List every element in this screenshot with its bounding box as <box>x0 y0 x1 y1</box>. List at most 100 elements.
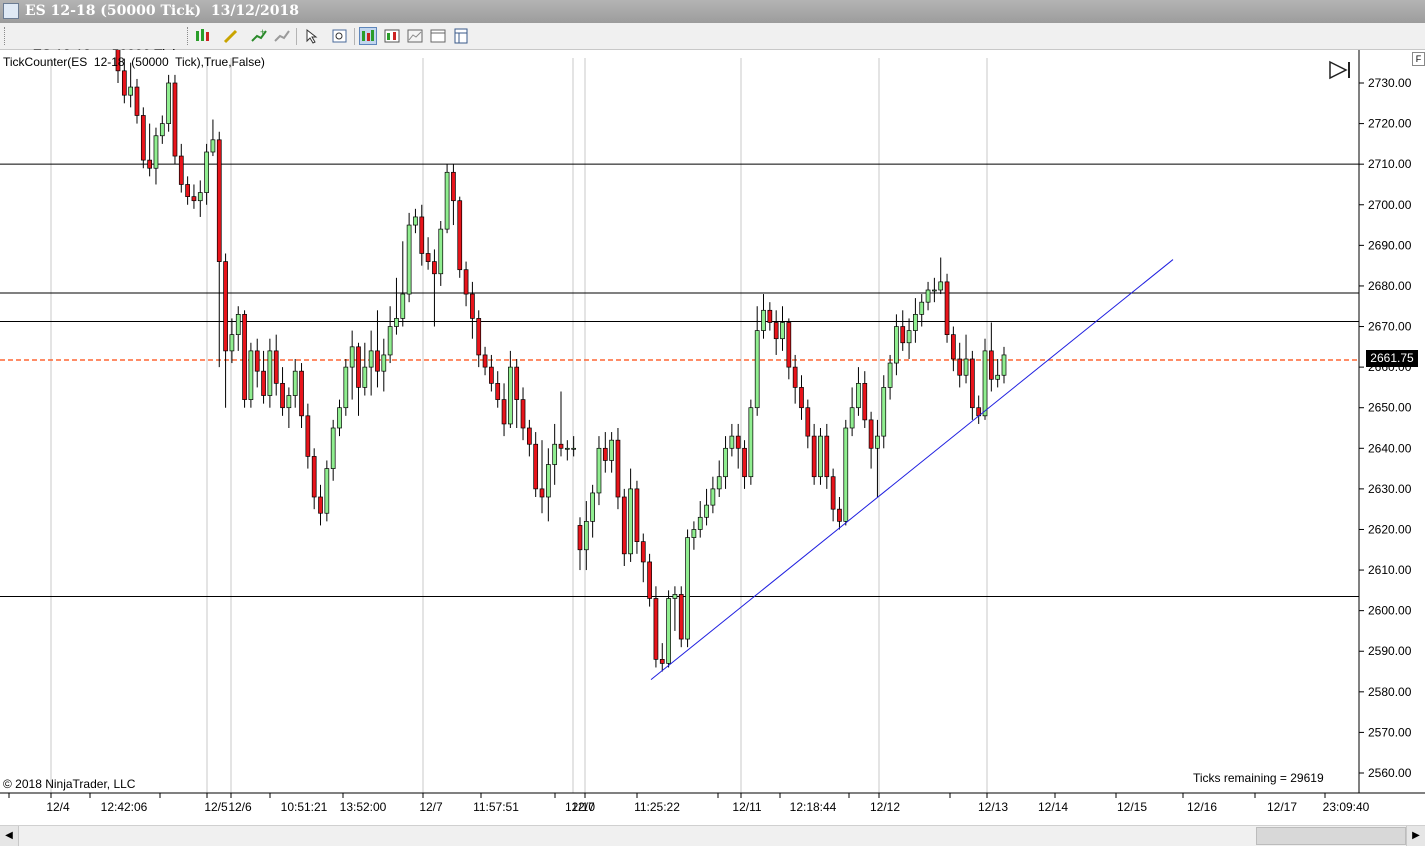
candle-down <box>577 525 583 551</box>
y-tick-label: 2680.00 <box>1368 279 1412 293</box>
period-selector[interactable]: 50000 Tick ▼ <box>96 27 180 79</box>
candle-down <box>311 456 317 498</box>
panel-layout-icon[interactable] <box>452 27 470 45</box>
candle-up <box>413 216 418 226</box>
x-tick-label: 12/6 <box>228 800 252 814</box>
candle-up <box>267 350 273 396</box>
candle-down <box>520 399 526 429</box>
candle-down <box>868 419 874 449</box>
candle-up <box>330 427 336 469</box>
candle-down <box>419 216 425 254</box>
y-tick-label: 2700.00 <box>1368 198 1412 212</box>
window-icon[interactable] <box>429 27 447 45</box>
chart-trader-icon[interactable] <box>383 27 401 45</box>
strategy-icon[interactable] <box>273 27 291 45</box>
x-tick-label: 12/15 <box>1117 800 1147 814</box>
x-tick-label: 12/12 <box>870 800 900 814</box>
candle-down <box>678 594 684 640</box>
candle-up <box>938 281 944 291</box>
app-icon <box>3 3 19 19</box>
copyright-text: © 2018 NinjaTrader, LLC <box>3 777 136 791</box>
x-tick-label: 12/14 <box>1038 800 1068 814</box>
candle-down <box>140 115 146 161</box>
candle-up <box>628 488 633 555</box>
scroll-right-icon[interactable]: ▶ <box>1406 826 1425 846</box>
candle-down <box>970 358 975 409</box>
instrument-selector[interactable]: ES 12-18 ▼ <box>17 27 91 79</box>
y-tick-label: 2630.00 <box>1368 482 1412 496</box>
candle-up <box>444 171 450 230</box>
y-tick-label: 2610.00 <box>1368 563 1412 577</box>
toolbar-grip[interactable] <box>4 27 8 45</box>
candle-down <box>951 334 956 360</box>
properties-icon[interactable] <box>406 27 424 45</box>
candle-up <box>438 228 444 275</box>
candle-down <box>134 86 140 116</box>
horizontal-scrollbar[interactable]: ◀ ▶ <box>0 825 1425 846</box>
candle-down <box>121 70 127 96</box>
toolbar-separator <box>296 28 297 45</box>
y-tick-label: 2620.00 <box>1368 522 1412 536</box>
candle-up <box>913 314 918 331</box>
cursor-icon[interactable] <box>303 27 321 45</box>
y-tick-label: 2710.00 <box>1368 157 1412 171</box>
add-indicator-icon[interactable]: + <box>250 27 268 45</box>
scrollbar-thumb[interactable] <box>1256 827 1406 845</box>
svg-text:+: + <box>260 27 265 37</box>
candle-down <box>191 196 197 202</box>
candle-down <box>185 184 190 197</box>
x-tick-label: 12/7 <box>571 800 595 814</box>
candle-down <box>261 370 266 396</box>
y-tick-label: 2560.00 <box>1368 766 1412 780</box>
candle-down <box>489 366 494 384</box>
scroll-left-icon[interactable]: ◀ <box>0 826 19 846</box>
candle-up <box>843 427 849 522</box>
panel-toggle-icon[interactable]: F <box>1412 52 1425 66</box>
x-tick-label: 11:57:51 <box>473 800 519 814</box>
candle-down <box>451 171 456 202</box>
candle-down <box>742 447 747 478</box>
candle-up <box>128 86 134 96</box>
candle-up <box>362 366 368 388</box>
candle-up <box>235 314 241 335</box>
candle-down <box>830 476 836 510</box>
x-tick-label: 12/17 <box>1267 800 1297 814</box>
candle-up <box>406 224 412 295</box>
zoom-icon[interactable] <box>331 27 349 45</box>
data-box-icon[interactable] <box>359 27 377 45</box>
candle-up <box>387 326 393 356</box>
candle-up <box>204 151 209 193</box>
x-tick-label: 12/16 <box>1187 800 1217 814</box>
candle-down <box>900 326 906 344</box>
x-tick-label: 12/5 <box>204 800 228 814</box>
candle-down <box>172 82 178 157</box>
candle-up <box>1001 354 1007 376</box>
candle-up <box>590 492 595 522</box>
candle-down <box>476 318 482 356</box>
x-tick-label: 12:18:44 <box>790 800 837 814</box>
candle-down <box>773 322 779 340</box>
candle-up <box>672 594 678 599</box>
title-bar: ES 12-18 (50000 Tick) 13/12/2018 <box>0 0 1425 23</box>
candle-up <box>906 330 912 344</box>
candle-up <box>754 330 760 409</box>
candle-up <box>545 464 551 498</box>
chart-panel[interactable]: 2730.00 2720.00 2710.00 2700.00 2690.00 2680.… <box>0 50 1425 825</box>
candle-up <box>394 318 399 327</box>
bar-style-icon[interactable] <box>194 27 212 45</box>
toolbar-grip[interactable] <box>187 27 191 45</box>
candle-down <box>273 350 279 384</box>
candle-up <box>748 407 754 478</box>
price-chart[interactable]: 2730.00 2720.00 2710.00 2700.00 2690.00 2680.… <box>0 50 1425 825</box>
scroll-to-end-icon[interactable] <box>1328 60 1354 80</box>
candle-down <box>527 427 532 445</box>
candle-down <box>944 281 950 335</box>
drawing-tool-icon[interactable] <box>222 27 240 45</box>
candle-down <box>957 358 963 376</box>
candle-up <box>716 476 722 490</box>
candle-up <box>818 435 823 478</box>
candle-down <box>463 269 469 295</box>
candle-down <box>767 309 773 323</box>
candle-down <box>653 598 659 660</box>
candle-up <box>932 289 937 292</box>
